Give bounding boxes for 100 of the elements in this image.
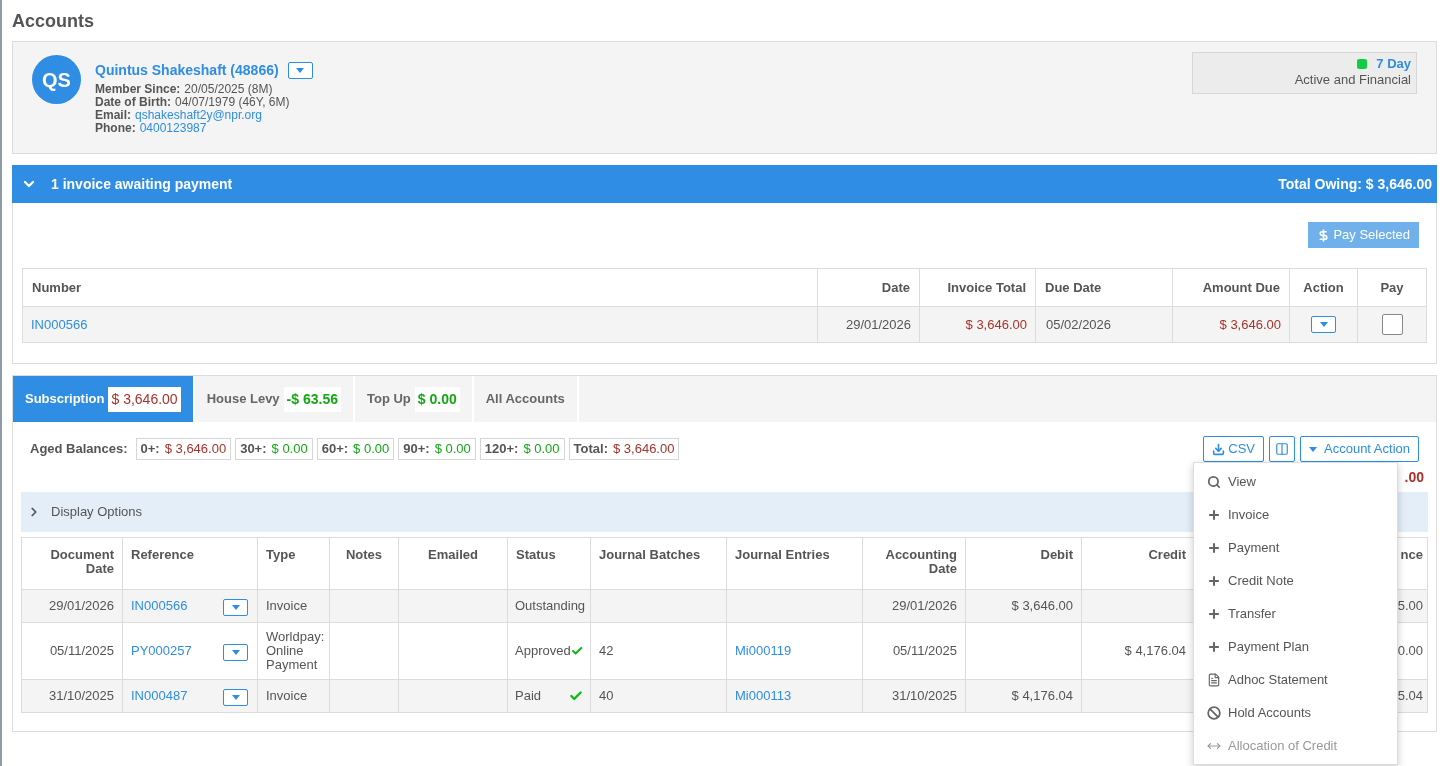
caret-icon [296, 68, 305, 73]
detail-value: 20/05/2025 (8M) [184, 83, 273, 96]
table-cell: $ 3,646.00 [919, 306, 1036, 343]
caret-icon [1309, 446, 1317, 452]
aged-balance-chip: 120+: $ 0.00 [479, 438, 565, 460]
caret-icon [231, 694, 240, 700]
display-options-label: Display Options [51, 503, 143, 522]
membership-term: 7 Day [1376, 56, 1411, 72]
plus-icon [1207, 507, 1221, 522]
journal-batch: 42 [599, 643, 614, 659]
menu-item[interactable]: Hold Accounts [1194, 696, 1397, 729]
document-icon [1207, 672, 1221, 687]
row-action-button[interactable] [223, 688, 248, 706]
column-header: Pay [1357, 268, 1427, 307]
balance-amount: .00 [1404, 467, 1424, 487]
menu-item[interactable]: Payment Plan [1194, 630, 1397, 663]
column-header: Accounting Date [862, 537, 966, 590]
row-action-button[interactable] [1311, 316, 1336, 333]
detail-link[interactable]: 0400123987 [139, 122, 207, 135]
check-icon [569, 689, 583, 703]
account-tab[interactable]: Subscription $ 3,646.00 [13, 376, 195, 422]
column-header: Date [817, 268, 920, 307]
debit-amount: $ 4,176.04 [1011, 688, 1073, 704]
balance-amount: 0.00 [1397, 643, 1423, 659]
table-cell: 31/10/2025 [21, 679, 123, 713]
search-icon [1207, 474, 1221, 489]
pay-checkbox[interactable] [1381, 314, 1403, 335]
plus-icon [1207, 639, 1221, 654]
column-header: Due Date [1035, 268, 1173, 307]
table-cell: Invoice [257, 589, 330, 623]
check-icon [570, 644, 583, 658]
avatar: QS [32, 55, 81, 104]
columns-button[interactable] [1269, 436, 1295, 462]
member-menu-button[interactable] [287, 62, 313, 79]
detail-label: Phone: [95, 122, 136, 135]
column-header: Invoice Total [919, 268, 1036, 307]
column-header: Journal Entries [726, 537, 863, 590]
debit-amount: $ 3,646.00 [1011, 598, 1073, 614]
balance-amount: 5.00 [1397, 598, 1423, 614]
column-header: Type [257, 537, 330, 590]
aged-balance-chip: 0+: $ 3,646.00 [135, 438, 232, 460]
table-cell: 29/01/2026 [862, 589, 966, 623]
invoices-title: 1 invoice awaiting payment [51, 174, 233, 194]
detail-label: Date of Birth: [95, 96, 171, 109]
column-header: Journal Batches [590, 537, 727, 590]
detail-link[interactable]: qshakeshaft2y@npr.org [135, 109, 262, 122]
journal-batch: 40 [599, 688, 614, 704]
column-header: Document Date [21, 537, 123, 590]
caret-icon [231, 604, 240, 610]
journal-entry-link[interactable]: Mi000119 [735, 643, 792, 659]
table-cell: $ 3,646.00 [1172, 306, 1290, 343]
status-text: Paid [515, 687, 542, 706]
menu-item[interactable]: Invoice [1194, 498, 1397, 531]
dollar-icon [1317, 228, 1331, 242]
plus-icon [1207, 606, 1221, 621]
caret-icon [1319, 322, 1328, 327]
plus-icon [1207, 573, 1221, 588]
member-name[interactable]: Quintus Shakeshaft (48866) [95, 60, 279, 81]
membership-status: Active and Financial [1294, 72, 1411, 88]
account-action-button[interactable]: Account Action [1300, 436, 1419, 462]
table-cell: 31/10/2025 [862, 679, 966, 713]
plus-icon [1207, 540, 1221, 555]
table-cell: 29/01/2026 [817, 306, 920, 343]
credit-amount: $ 4,176.04 [1124, 643, 1186, 659]
row-action-button[interactable] [223, 598, 248, 616]
column-header: Emailed [398, 537, 508, 590]
detail-value: 04/07/1979 (46Y, 6M) [175, 96, 290, 109]
status-text: Outstanding [515, 597, 586, 616]
row-action-button[interactable] [223, 643, 248, 661]
aged-balance-chip: 60+: $ 0.00 [316, 438, 395, 460]
invoices-header-bar[interactable]: 1 invoice awaiting payment Total Owing: $ 3,646.00 [12, 165, 1437, 203]
column-header: Status [507, 537, 591, 590]
column-header: Action [1289, 268, 1358, 307]
download-icon [1212, 442, 1226, 456]
menu-item[interactable]: Transfer [1194, 597, 1397, 630]
aged-balance-chip: 90+: $ 0.00 [398, 438, 476, 460]
journal-entry-link[interactable]: Mi000113 [735, 688, 792, 704]
menu-item[interactable]: Adhoc Statement [1194, 663, 1397, 696]
aged-balances-label: Aged Balances: [30, 440, 128, 459]
invoice-link[interactable]: IN000566 [31, 316, 88, 332]
table-cell: 05/11/2025 [21, 622, 123, 680]
balance-amount: 5.04 [1397, 688, 1423, 704]
column-header: Amount Due [1172, 268, 1290, 307]
table-cell: 05/11/2025 [862, 622, 966, 680]
ban-icon [1207, 705, 1221, 720]
reference-link[interactable]: PY000257 [131, 641, 192, 661]
table-cell: Invoice [257, 679, 330, 713]
status-text: Approved [515, 642, 571, 661]
tab-balance: $ 3,646.00 [108, 386, 181, 412]
columns-icon [1275, 442, 1289, 456]
table-cell: 05/02/2026 [1035, 306, 1173, 343]
aged-balance-chip: 30+: $ 0.00 [235, 438, 313, 460]
tab-balance: -$ 63.56 [283, 386, 341, 412]
tab-balance: $ 0.00 [414, 386, 460, 412]
aged-balance-chip: Total: $ 3,646.00 [568, 438, 680, 460]
table-cell: 29/01/2026 [21, 589, 123, 623]
column-header: Number [22, 268, 818, 307]
detail-label: Member Since: [95, 83, 181, 96]
column-header: Debit [965, 537, 1082, 590]
pay-selected-button[interactable]: Pay Selected [1308, 222, 1419, 248]
